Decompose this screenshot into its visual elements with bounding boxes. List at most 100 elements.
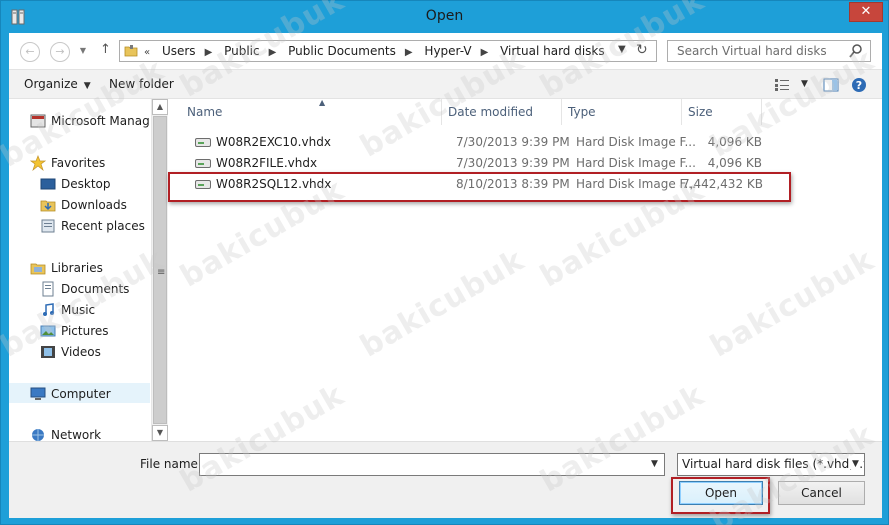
desktop-icon (40, 178, 56, 190)
breadcrumb-separator-icon[interactable]: ▶ (481, 47, 489, 58)
downloads-icon (40, 200, 56, 212)
new-folder-button[interactable]: New folder (109, 77, 174, 91)
sidebar-item-recent-places[interactable]: Recent places (9, 216, 150, 236)
title-bar[interactable]: Open ✕ (1, 1, 888, 33)
column-header-label: Name (187, 105, 223, 119)
breadcrumb: « Users ▶ Public ▶ Public Documents ▶ Hyper… (144, 44, 614, 60)
sidebar-item-label: Videos (61, 345, 101, 359)
hard-disk-icon (195, 138, 211, 147)
sidebar-item-documents[interactable]: Documents (9, 279, 150, 299)
sidebar-item-label: Favorites (51, 156, 106, 170)
hard-disk-icon (195, 159, 211, 168)
column-header-date-modified[interactable]: Date modified (442, 99, 562, 125)
file-size: 4,096 KB (707, 135, 762, 149)
view-options-dropdown-icon[interactable]: ▼ (801, 79, 808, 89)
refresh-icon[interactable]: ↻ (636, 42, 648, 58)
cancel-button[interactable]: Cancel (778, 481, 865, 505)
breadcrumb-separator-icon[interactable]: ▶ (269, 47, 277, 58)
sidebar-item-label: Pictures (61, 324, 109, 338)
sidebar-item-music[interactable]: Music (9, 300, 150, 320)
chevron-down-icon: ▼ (79, 46, 87, 55)
breadcrumb-separator-icon[interactable]: ▶ (205, 47, 213, 58)
dialog-client-area: ← → ▼ ↑ « Users ▶ Public ▶ Public Document… (9, 33, 882, 518)
sidebar-item-label: Desktop (61, 177, 111, 191)
organize-button[interactable]: Organize ▼ (24, 77, 91, 91)
help-icon[interactable]: ? (851, 77, 867, 93)
back-arrow-icon: ← (25, 45, 35, 58)
column-header-type[interactable]: Type (562, 99, 682, 125)
sidebar-item-label: Microsoft Management Console (51, 114, 150, 128)
sidebar-item-network[interactable]: Network (9, 425, 150, 441)
pictures-icon (40, 325, 56, 337)
file-list: Name ▲ Date modified Type Size W08R2EXC1… (169, 98, 882, 441)
sidebar-item-mmc[interactable]: Microsoft Management Console (9, 111, 150, 131)
address-dropdown-icon[interactable]: ▼ (618, 44, 626, 55)
search-box[interactable] (667, 40, 871, 62)
sidebar-item-computer[interactable]: Computer (9, 383, 150, 403)
navigation-pane-scrollbar[interactable]: ▲ ≡ ▼ (151, 99, 168, 441)
chevron-up-icon: ▲ (156, 102, 164, 111)
up-arrow-icon: ↑ (100, 42, 111, 57)
column-header-label: Size (688, 105, 713, 119)
open-button-highlight-annotation (671, 477, 770, 514)
scroll-down-button[interactable]: ▼ (152, 425, 168, 441)
scroll-thumb[interactable]: ≡ (153, 116, 167, 424)
column-header-label: Type (568, 105, 596, 119)
file-name: W08R2EXC10.vhdx (216, 135, 331, 149)
search-icon[interactable] (848, 43, 864, 59)
file-name-combobox[interactable]: ▼ (199, 453, 665, 476)
file-date-modified: 7/30/2013 9:39 PM (456, 135, 570, 149)
sidebar-item-libraries[interactable]: Libraries (9, 258, 150, 278)
breadcrumb-overflow[interactable]: « (144, 47, 150, 58)
address-bar[interactable]: « Users ▶ Public ▶ Public Documents ▶ Hyper… (119, 40, 657, 62)
file-type-filter-value: Virtual hard disk files (*.vhd;*.vhdx) (682, 457, 864, 471)
navigation-pane: Microsoft Management Console Favorites D… (9, 99, 150, 441)
table-row[interactable]: W08R2EXC10.vhdx 7/30/2013 9:39 PM Hard D… (169, 132, 882, 153)
breadcrumb-virtual-hard-disks[interactable]: Virtual hard disks (500, 44, 605, 58)
sidebar-item-pictures[interactable]: Pictures (9, 321, 150, 341)
selection-highlight-annotation (168, 172, 791, 202)
breadcrumb-public-documents[interactable]: Public Documents (288, 44, 396, 58)
preview-pane-icon[interactable] (823, 77, 839, 93)
scroll-up-button[interactable]: ▲ (152, 99, 168, 115)
column-header-name[interactable]: Name ▲ (181, 98, 442, 125)
breadcrumb-separator-icon[interactable]: ▶ (405, 47, 413, 58)
sidebar-item-label: Network (51, 428, 102, 441)
up-button[interactable]: ↑ (100, 42, 111, 57)
command-toolbar: Organize ▼ New folder ▼ ? (9, 69, 882, 99)
sidebar-item-favorites[interactable]: Favorites (9, 153, 150, 173)
table-row[interactable]: W08R2FILE.vhdx 7/30/2013 9:39 PM Hard Di… (169, 153, 882, 174)
breadcrumb-hyper-v[interactable]: Hyper-V (424, 44, 471, 58)
recent-locations-dropdown[interactable]: ▼ (78, 42, 88, 62)
file-name: W08R2FILE.vhdx (216, 156, 318, 170)
column-header-size[interactable]: Size (682, 99, 762, 125)
file-name-input[interactable] (200, 454, 644, 475)
sidebar-item-desktop[interactable]: Desktop (9, 174, 150, 194)
file-type: Hard Disk Image F... (576, 135, 696, 149)
svg-text:?: ? (856, 79, 862, 92)
open-dialog-window: Open ✕ ← → ▼ ↑ « Users ▶ Public ▶ Public D… (0, 0, 889, 525)
sidebar-item-label: Recent places (61, 219, 145, 233)
network-icon (32, 429, 44, 441)
close-button[interactable]: ✕ (849, 2, 883, 22)
chevron-down-icon[interactable]: ▼ (651, 459, 658, 469)
sidebar-item-label: Documents (61, 282, 130, 296)
sidebar-item-downloads[interactable]: Downloads (9, 195, 150, 215)
breadcrumb-users[interactable]: Users (162, 44, 196, 58)
chevron-down-icon[interactable]: ▼ (850, 459, 859, 469)
mmc-icon (30, 114, 46, 128)
scroll-grip-icon: ≡ (157, 267, 166, 278)
chevron-down-icon: ▼ (83, 81, 91, 91)
forward-button[interactable]: → (50, 42, 70, 62)
sidebar-item-videos[interactable]: Videos (9, 342, 150, 362)
change-view-icon[interactable] (774, 78, 790, 92)
forward-arrow-icon: → (55, 45, 65, 58)
folder-icon (124, 45, 138, 57)
search-input[interactable] (668, 41, 846, 61)
close-icon: ✕ (860, 4, 872, 19)
breadcrumb-public[interactable]: Public (224, 44, 260, 58)
file-size: 4,096 KB (707, 156, 762, 170)
back-button[interactable]: ← (20, 42, 40, 62)
file-type-filter-select[interactable]: Virtual hard disk files (*.vhd;*.vhdx) ▼ (677, 453, 865, 476)
music-icon (43, 303, 54, 316)
